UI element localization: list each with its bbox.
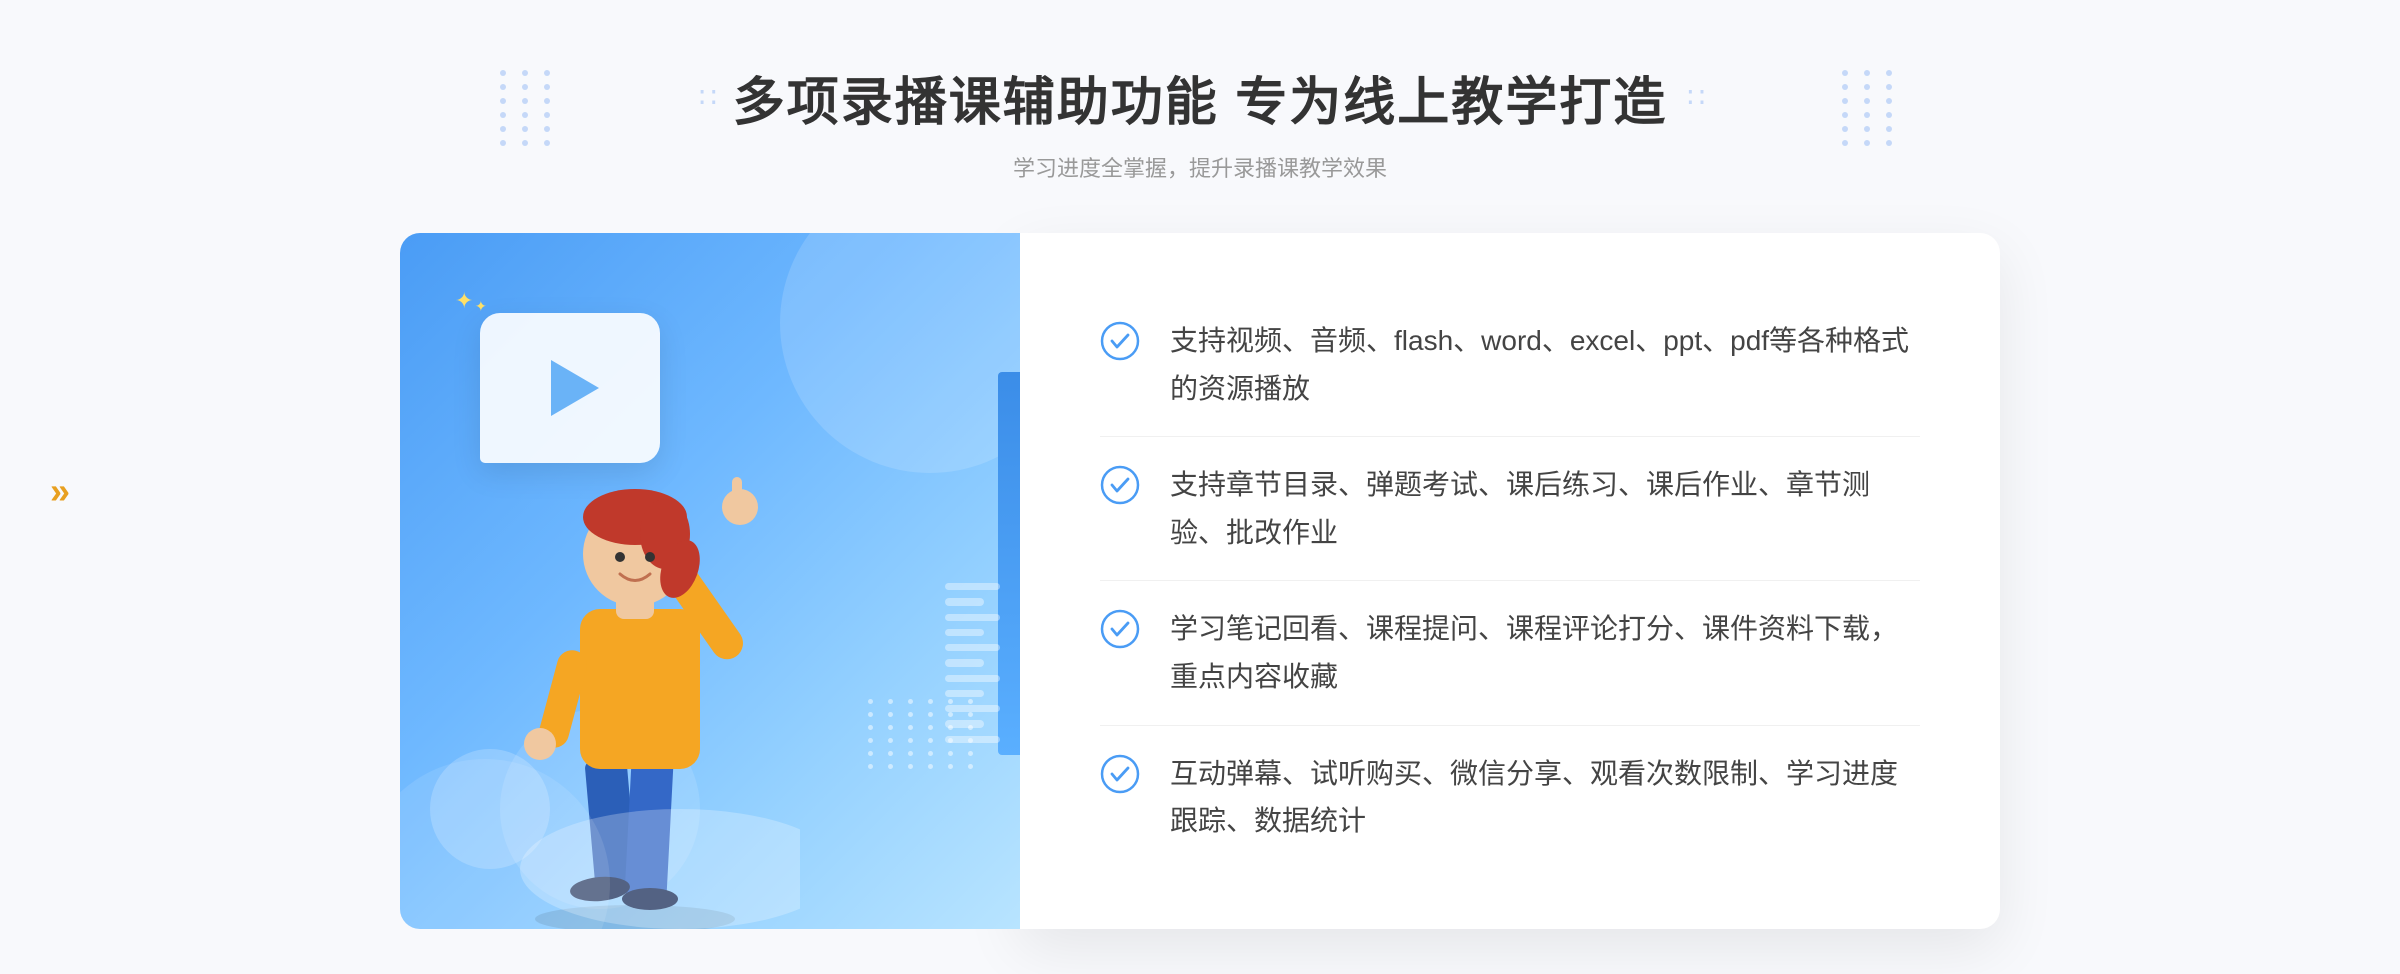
feature-text-4: 互动弹幕、试听购买、微信分享、观看次数限制、学习进度跟踪、数据统计: [1170, 750, 1920, 845]
sparkle2-icon: ✦: [475, 298, 487, 315]
feature-text-2: 支持章节目录、弹题考试、课后练习、课后作业、章节测验、批改作业: [1170, 461, 1920, 556]
sparkle-icon: ✦: [455, 288, 473, 314]
feature-text-1: 支持视频、音频、flash、word、excel、ppt、pdf等各种格式的资源…: [1170, 317, 1920, 412]
illustration-panel: ✦ ✦: [400, 233, 1020, 929]
feature-item-3: 学习笔记回看、课程提问、课程评论打分、课件资料下载，重点内容收藏: [1100, 581, 1920, 725]
subtitle: 学习进度全掌握，提升录播课教学效果: [699, 151, 1701, 183]
chevron-decoration-left: »: [50, 470, 70, 512]
main-title: 多项录播课辅助功能 专为线上教学打造: [733, 60, 1667, 135]
header-deco-right: ∷: [1687, 81, 1701, 114]
header-decorators: ∷ 多项录播课辅助功能 专为线上教学打造 ∷: [699, 60, 1701, 135]
header-deco-left: ∷: [699, 81, 713, 114]
feature-item-4: 互动弹幕、试听购买、微信分享、观看次数限制、学习进度跟踪、数据统计: [1100, 726, 1920, 869]
content-area: ✦ ✦: [400, 233, 2000, 929]
person-illustration: [480, 389, 800, 929]
deco-dots-top-left: [500, 70, 558, 146]
check-icon-2: [1100, 465, 1140, 505]
deco-dots-top-right: [1842, 70, 1900, 146]
feature-item-1: 支持视频、音频、flash、word、excel、ppt、pdf等各种格式的资源…: [1100, 293, 1920, 437]
header-section: ∷ 多项录播课辅助功能 专为线上教学打造 ∷ 学习进度全掌握，提升录播课教学效果: [699, 60, 1701, 183]
feature-text-3: 学习笔记回看、课程提问、课程评论打分、课件资料下载，重点内容收藏: [1170, 605, 1920, 700]
illus-dot-pattern: [868, 699, 980, 769]
page-wrapper: ∷ 多项录播课辅助功能 专为线上教学打造 ∷ 学习进度全掌握，提升录播课教学效果…: [0, 0, 2400, 974]
feature-item-2: 支持章节目录、弹题考试、课后练习、课后作业、章节测验、批改作业: [1100, 437, 1920, 581]
blue-accent-bar: [998, 372, 1020, 755]
check-icon-4: [1100, 754, 1140, 794]
features-panel: 支持视频、音频、flash、word、excel、ppt、pdf等各种格式的资源…: [1020, 233, 2000, 929]
check-icon-1: [1100, 321, 1140, 361]
check-icon-3: [1100, 609, 1140, 649]
